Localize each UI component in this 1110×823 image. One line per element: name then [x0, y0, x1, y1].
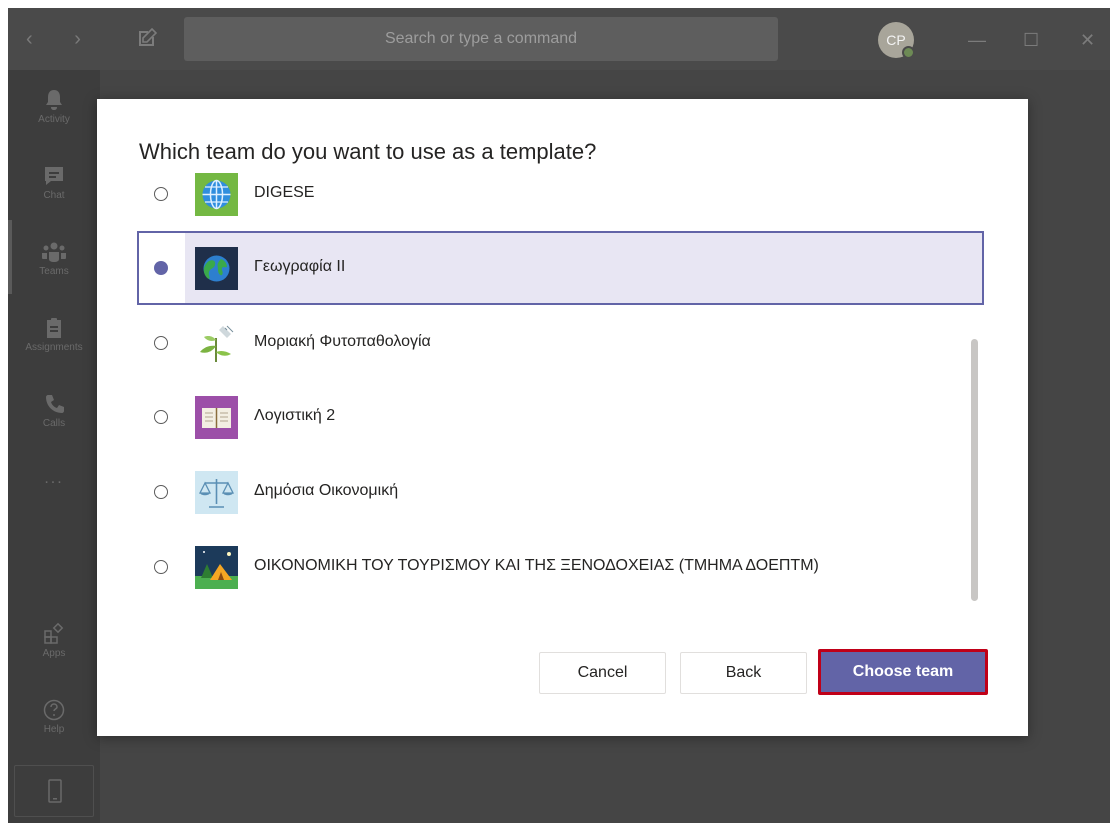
radio-button[interactable] [154, 410, 168, 424]
radio-button[interactable] [154, 485, 168, 499]
title-bar: ‹ › Search or type a command CP — ☐ ✕ [8, 8, 1110, 70]
chat-icon [45, 167, 63, 185]
phone-icon [46, 395, 64, 413]
team-name: DIGESE [254, 184, 315, 201]
presence-indicator [902, 46, 915, 59]
dialog-title: Which team do you want to use as a templ… [139, 139, 597, 164]
rail-label: Apps [42, 648, 66, 659]
rail-item-help[interactable]: Help [8, 698, 100, 735]
rail-label: Assignments [25, 342, 83, 353]
radio-area [137, 380, 183, 454]
radio-button[interactable] [154, 560, 168, 574]
rail-label: Teams [39, 266, 69, 277]
book-icon [195, 396, 238, 439]
rail-item-apps[interactable]: Apps [8, 622, 100, 659]
team-option[interactable]: ΟΙΚΟΝΟΜΙΚΗ ΤΟΥ ΤΟΥΡΙΣΜΟΥ ΚΑΙ ΤΗΣ ΞΕΝΟΔΟΧ… [137, 530, 984, 604]
radio-button[interactable] [154, 187, 168, 201]
mobile-device-button[interactable] [14, 765, 94, 817]
nav-arrows[interactable]: ‹ › [26, 28, 99, 51]
team-option[interactable]: Μοριακή Φυτοπαθολογία [137, 306, 984, 380]
app-rail: Activity Chat Teams Assignments Calls ..… [8, 70, 100, 823]
list-scrollbar[interactable] [971, 339, 978, 601]
rail-item-more[interactable]: ... [8, 470, 100, 488]
team-option[interactable]: DIGESE [137, 169, 984, 231]
cancel-button[interactable]: Cancel [539, 652, 666, 694]
team-name: Λογιστική 2 [254, 407, 336, 424]
radio-area [139, 233, 185, 303]
assignments-icon [47, 318, 61, 338]
earth-icon [195, 247, 238, 290]
team-list: DIGESE Γεωγραφία ΙΙ Μοριακή Φυτοπαθολογί… [137, 169, 987, 619]
rail-label: Activity [38, 114, 70, 125]
bell-icon [46, 90, 62, 110]
rail-item-teams[interactable]: Teams [8, 240, 100, 277]
rail-item-calls[interactable]: Calls [8, 392, 100, 429]
teams-icon [42, 242, 66, 262]
help-icon [43, 699, 65, 721]
apps-icon [44, 622, 64, 644]
rail-item-activity[interactable]: Activity [8, 88, 100, 125]
rail-item-chat[interactable]: Chat [8, 164, 100, 201]
rail-label: Calls [42, 418, 66, 429]
choose-team-button[interactable]: Choose team [818, 649, 988, 695]
team-name: Δημόσια Οικονομική [254, 482, 399, 499]
search-input[interactable]: Search or type a command [184, 17, 778, 61]
close-icon[interactable]: ✕ [1080, 30, 1095, 51]
scales-icon [195, 471, 238, 514]
template-team-dialog: Which team do you want to use as a templ… [97, 99, 1028, 736]
more-icon: ... [44, 470, 64, 487]
tent-icon [195, 546, 238, 589]
rail-label: Help [43, 724, 65, 735]
radio-button[interactable] [154, 336, 168, 350]
team-name: Γεωγραφία ΙΙ [254, 258, 346, 275]
team-option[interactable]: Λογιστική 2 [137, 380, 984, 454]
team-option-selected[interactable]: Γεωγραφία ΙΙ [137, 231, 984, 305]
radio-area [137, 530, 183, 604]
rail-item-assignments[interactable]: Assignments [8, 316, 100, 353]
team-option[interactable]: Δημόσια Οικονομική [137, 455, 984, 529]
radio-area [137, 306, 183, 380]
mobile-icon [48, 779, 62, 803]
radio-area [137, 169, 183, 231]
globe-icon [195, 173, 238, 216]
team-name: ΟΙΚΟΝΟΜΙΚΗ ΤΟΥ ΤΟΥΡΙΣΜΟΥ ΚΑΙ ΤΗΣ ΞΕΝΟΔΟΧ… [254, 557, 819, 574]
back-button[interactable]: Back [680, 652, 807, 694]
radio-area [137, 455, 183, 529]
radio-button-checked[interactable] [154, 261, 168, 275]
team-name: Μοριακή Φυτοπαθολογία [254, 333, 431, 350]
minimize-icon[interactable]: — [968, 30, 986, 51]
compose-icon[interactable] [136, 27, 158, 49]
rail-label: Chat [43, 190, 65, 201]
maximize-icon[interactable]: ☐ [1023, 30, 1039, 51]
plant-icon [195, 322, 238, 365]
